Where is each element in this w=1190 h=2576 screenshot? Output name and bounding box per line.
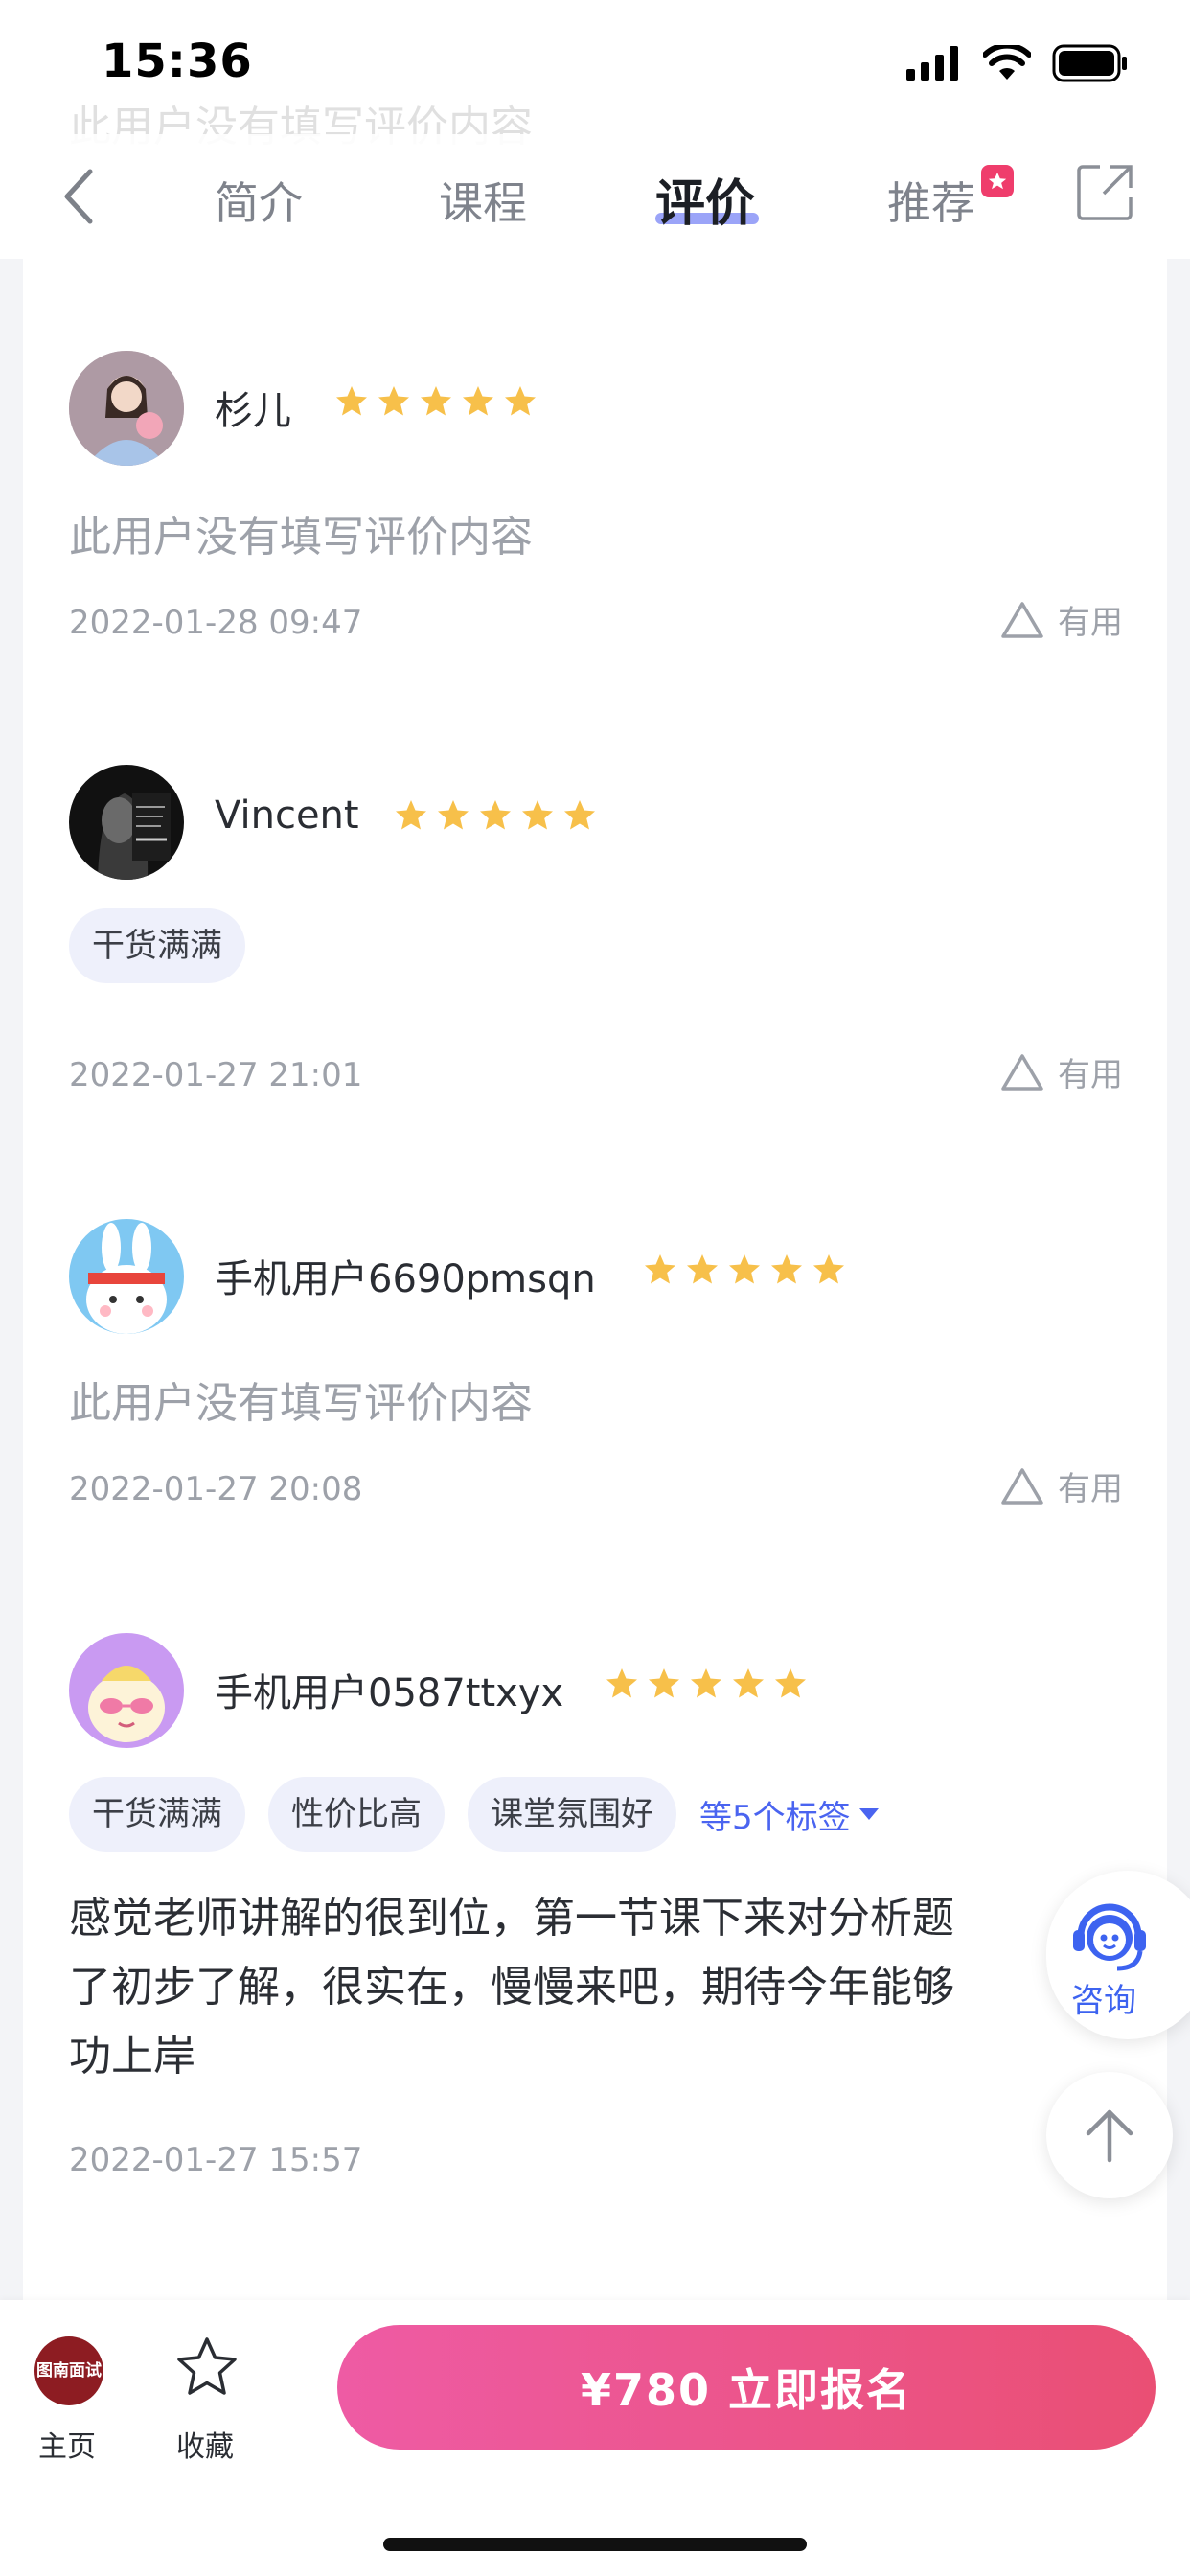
star-icon (421, 386, 451, 416)
caret-down-icon (858, 1808, 879, 1820)
review-tags: 干货满满 性价比高 课堂氛围好 等5个标签 (69, 1777, 880, 1852)
star-icon (396, 800, 426, 830)
tab-intro[interactable]: 简介 (215, 169, 303, 232)
star-icon (775, 1668, 806, 1698)
back-to-top-button[interactable] (1046, 2072, 1173, 2198)
home-indicator (383, 2538, 807, 2551)
avatar-image (69, 351, 184, 466)
more-tags-label: 等5个标签 (699, 1798, 851, 1837)
status-time: 15:36 (102, 34, 253, 88)
star-icon (522, 800, 553, 830)
star-icon (687, 1254, 718, 1284)
review-username: 手机用户0587ttxyx (215, 1671, 564, 1715)
battery-icon (1052, 44, 1127, 82)
avatar[interactable] (69, 765, 184, 880)
star-icon (378, 386, 409, 416)
back-button[interactable] (54, 163, 102, 230)
star-icon (564, 800, 595, 830)
star-icon (463, 386, 493, 416)
customer-service-icon (1073, 1903, 1146, 1971)
star-icon (733, 1668, 764, 1698)
bottom-action-bar: 图南面试 主页 收藏 ¥780 立即报名 (0, 2300, 1190, 2576)
review-text-line: 功上岸 (69, 2032, 195, 2081)
signal-icon (906, 46, 958, 80)
review-tag: 干货满满 (69, 1777, 245, 1852)
review-date: 2022-01-28 09:47 (69, 604, 363, 642)
status-icons (906, 44, 1129, 82)
home-logo-icon[interactable]: 图南面试 (34, 2336, 103, 2405)
review-text: 感觉老师讲解的很到位，第一节课下来对分析题 了初步了解，很实在，慢慢来吧，期待今… (69, 1884, 1065, 2091)
rating-stars (644, 1254, 845, 1285)
star-icon (336, 386, 367, 416)
share-icon[interactable] (1075, 161, 1136, 222)
enroll-button[interactable]: ¥780 立即报名 (337, 2325, 1156, 2450)
star-icon (505, 386, 536, 416)
review-text-line: 了初步了解，很实在，慢慢来吧，期待今年能够 (69, 1963, 954, 2012)
useful-label: 有用 (1058, 1470, 1123, 1508)
thumb-triangle-icon (1001, 1053, 1043, 1091)
review-item: 手机用户6690pmsqn 此用户没有填写评价内容 2022-01-27 20:… (69, 1219, 1123, 1526)
star-outline-icon[interactable] (174, 2334, 240, 2400)
review-page: 此用户没有填写评价内容 15:36 简介 课程 评价 推荐 杉儿 此用户没有填写… (0, 0, 1190, 2576)
star-icon (691, 1668, 721, 1698)
thumb-triangle-icon (1001, 1467, 1043, 1505)
review-item: 杉儿 此用户没有填写评价内容 2022-01-28 09:47 有用 (69, 351, 1123, 657)
arrow-up-icon (1086, 2109, 1133, 2163)
rating-stars (606, 1668, 807, 1699)
star-icon (649, 1668, 679, 1698)
rating-stars (395, 799, 596, 831)
useful-label: 有用 (1058, 1056, 1123, 1094)
consult-button[interactable]: 咨询 (1046, 1871, 1190, 2039)
review-text-line: 感觉老师讲解的很到位，第一节课下来对分析题 (69, 1894, 954, 1943)
wifi-icon (983, 45, 1031, 80)
useful-label: 有用 (1058, 604, 1123, 642)
list-gutter-left (0, 259, 23, 2300)
avatar-image (69, 1633, 184, 1748)
avatar[interactable] (69, 1219, 184, 1334)
star-icon (438, 800, 469, 830)
recommend-badge (981, 165, 1014, 197)
review-tag: 性价比高 (268, 1777, 445, 1852)
star-icon (606, 1668, 637, 1698)
review-username: 手机用户6690pmsqn (215, 1257, 596, 1301)
star-icon (813, 1254, 844, 1284)
tab-reviews[interactable]: 评价 (655, 163, 755, 235)
avatar[interactable] (69, 1633, 184, 1748)
useful-button[interactable]: 有用 (1000, 1462, 1123, 1509)
more-tags-toggle[interactable]: 等5个标签 (699, 1791, 880, 1838)
favorite-label[interactable]: 收藏 (176, 2423, 234, 2465)
review-tag: 课堂氛围好 (468, 1777, 676, 1852)
chevron-left-icon (64, 169, 93, 224)
useful-button[interactable]: 有用 (1000, 1048, 1123, 1095)
star-icon (480, 800, 511, 830)
review-item: 手机用户0587ttxyx 干货满满 性价比高 课堂氛围好 等5个标签 感觉老师… (69, 1633, 1123, 2179)
rating-stars (335, 385, 537, 417)
tab-header: 简介 课程 评价 推荐 (0, 134, 1190, 259)
review-text: 此用户没有填写评价内容 (69, 513, 533, 562)
useful-button[interactable]: 有用 (1000, 596, 1123, 643)
review-date: 2022-01-27 21:01 (69, 1056, 363, 1094)
tab-recommend[interactable]: 推荐 (887, 169, 975, 232)
avatar-image (69, 1219, 184, 1334)
review-tags: 干货满满 (69, 908, 245, 983)
avatar[interactable] (69, 351, 184, 466)
consult-label: 咨询 (1071, 1982, 1136, 2020)
review-item: Vincent 干货满满 2022-01-27 21:01 有用 (69, 765, 1123, 1110)
avatar-image (69, 765, 184, 880)
review-date: 2022-01-27 20:08 (69, 1470, 363, 1508)
star-badge-icon (988, 172, 1007, 190)
review-username: 杉儿 (215, 389, 291, 433)
review-date: 2022-01-27 15:57 (69, 2141, 363, 2179)
thumb-triangle-icon (1001, 601, 1043, 638)
tab-course[interactable]: 课程 (439, 169, 527, 232)
home-label[interactable]: 主页 (38, 2423, 96, 2465)
star-icon (645, 1254, 675, 1284)
star-icon (729, 1254, 760, 1284)
review-text: 此用户没有填写评价内容 (69, 1379, 533, 1428)
star-icon (771, 1254, 802, 1284)
review-tag: 干货满满 (69, 908, 245, 983)
review-username: Vincent (215, 794, 359, 838)
status-bar: 15:36 (0, 0, 1190, 134)
